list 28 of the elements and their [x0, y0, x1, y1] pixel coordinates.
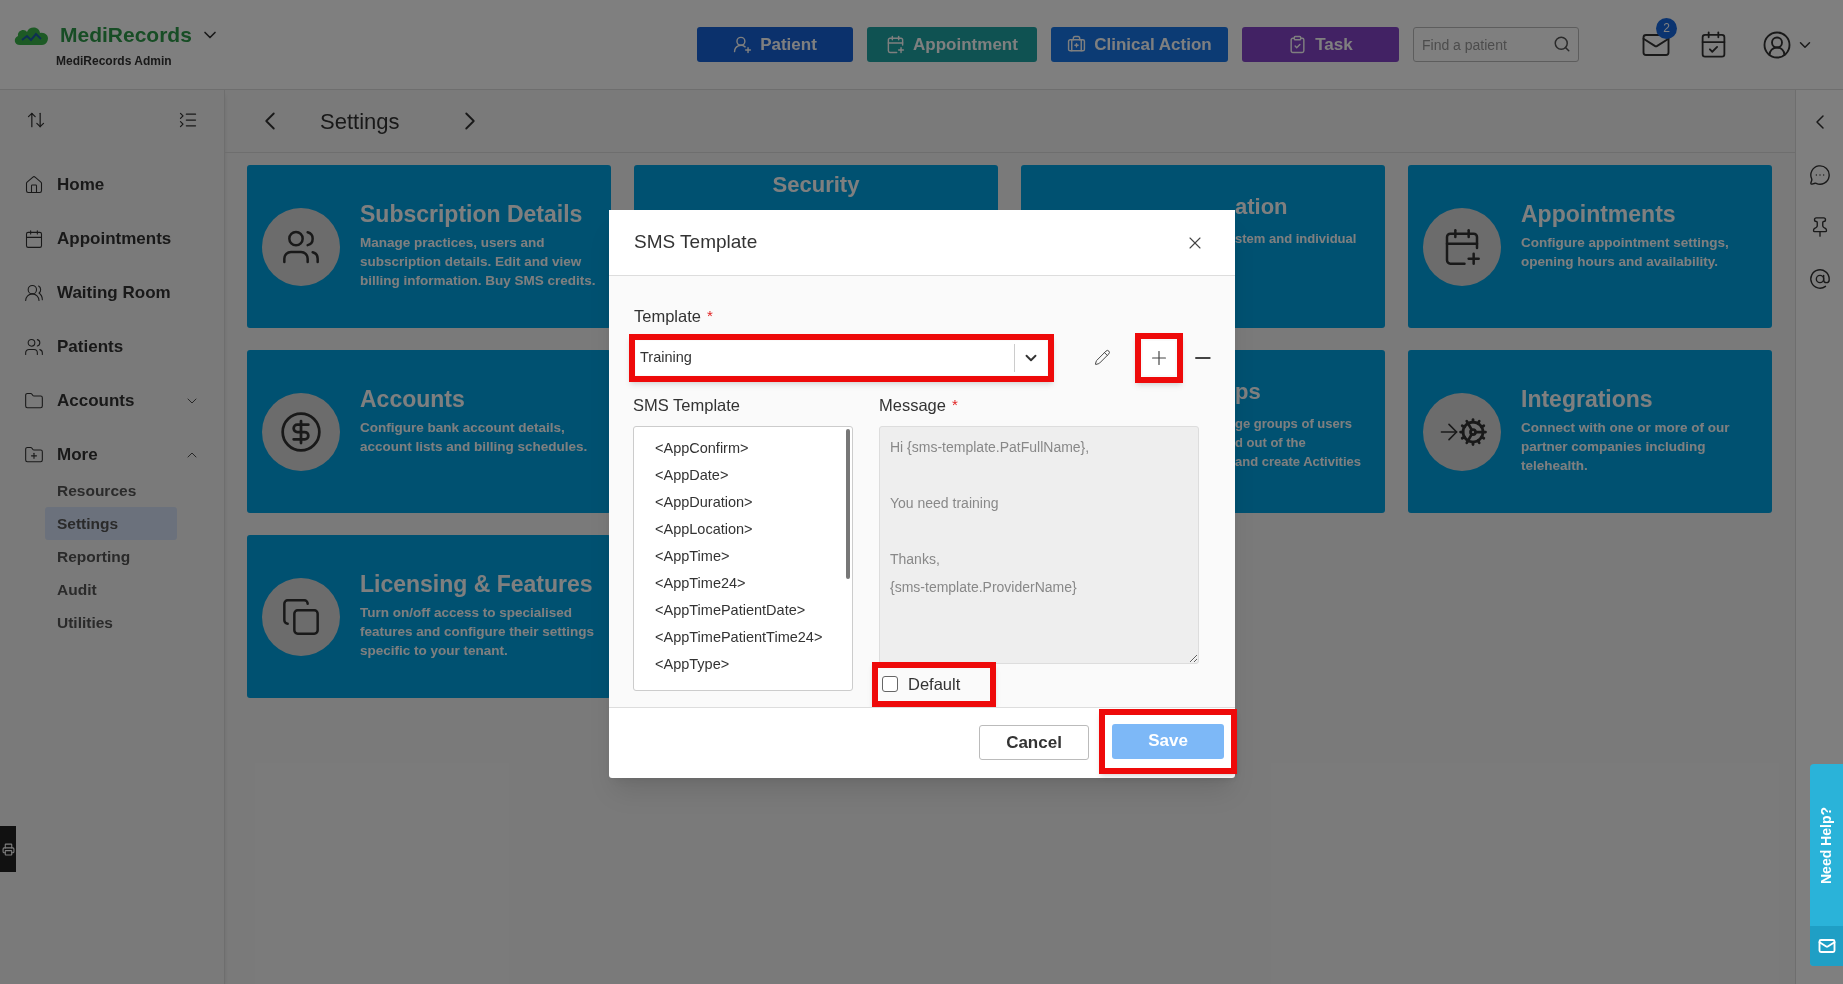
card-description: ge groups of users — [1235, 414, 1354, 433]
card-description: stem and individual — [1235, 229, 1358, 248]
app-logo: MediRecords — [60, 21, 192, 48]
card-title: Integrations — [1521, 385, 1654, 414]
card-description: d out of the — [1235, 433, 1307, 452]
field-label: SMS Template — [633, 394, 741, 416]
card-title: Subscription Details — [360, 200, 584, 229]
field-label: Message — [879, 394, 946, 416]
card-description: Connect with one or more of our partner companies including telehealth. — [1521, 418, 1731, 475]
required-mark: * — [951, 394, 958, 415]
card-description: Configure bank account details, account lists and billing schedules. — [360, 418, 589, 456]
required-mark: * — [706, 306, 713, 327]
notification-badge: 2 — [1656, 17, 1677, 39]
app-subtitle: MediRecords Admin — [56, 53, 172, 71]
card-title: Accounts — [360, 385, 466, 414]
card-description: Configure appointment settings, opening hours and availability. — [1521, 233, 1730, 271]
card-title: Security — [772, 171, 860, 199]
dialog-title: SMS Template — [634, 230, 758, 255]
card-description: Turn on/off access to specialised features and configure their settings specific to your tenant. — [360, 603, 596, 660]
card-title: ps — [1235, 378, 1262, 406]
card-title: ation — [1235, 193, 1289, 221]
card-description: and create Activities — [1235, 452, 1362, 471]
card-title: Licensing & Features — [360, 570, 594, 599]
page-title: Settings — [320, 107, 401, 136]
card-description: Manage practices, users and subscription details. Edit and view billing information. Buy SMS credits. — [360, 233, 597, 290]
card-title: Appointments — [1521, 200, 1677, 229]
help-tab-label: Need Help? — [1817, 806, 1835, 884]
field-label: Template — [634, 306, 701, 327]
